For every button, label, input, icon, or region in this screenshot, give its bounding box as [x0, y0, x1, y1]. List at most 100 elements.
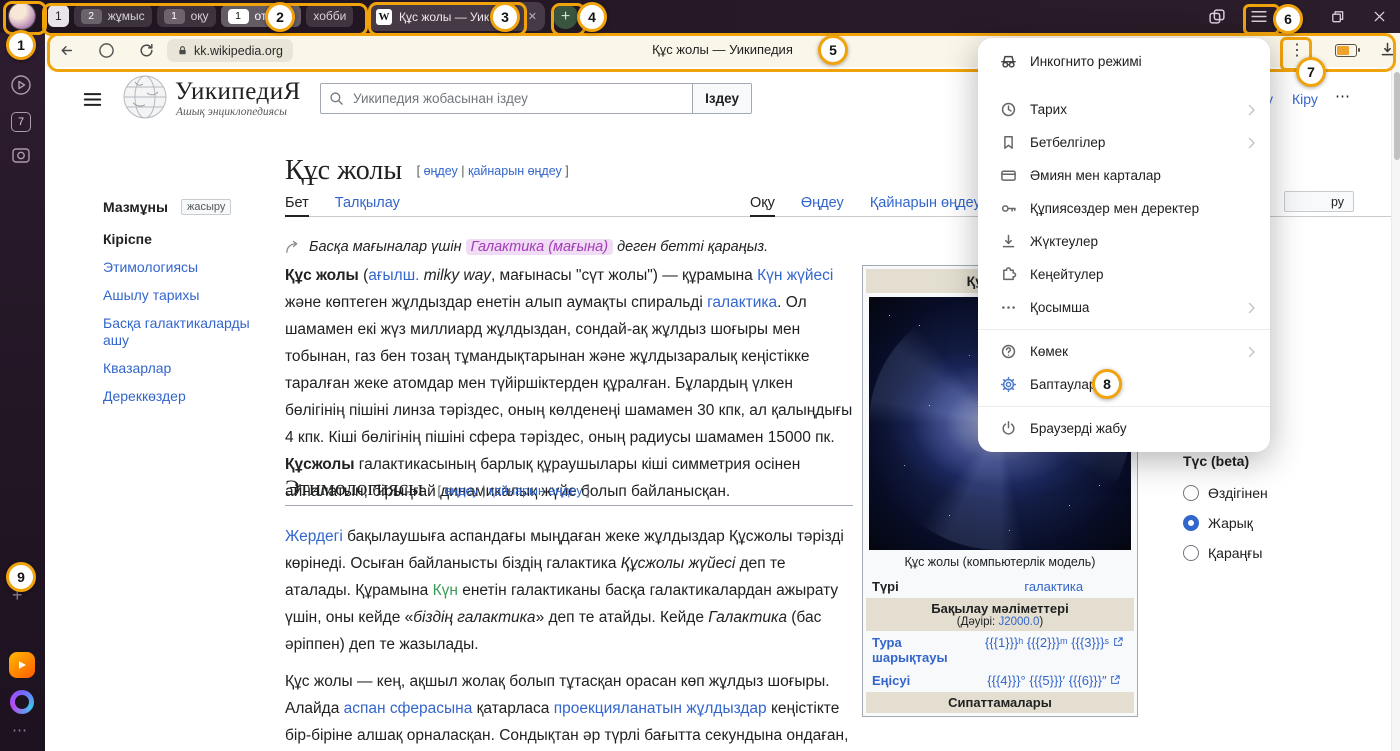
text-link[interactable]: Жердегі: [285, 528, 343, 545]
tab-close-icon[interactable]: ✕: [528, 10, 537, 23]
power-icon: [1000, 420, 1017, 437]
section-edit-links[interactable]: [ өңдеу | қайнарын өңдеу ]: [437, 484, 589, 498]
toolbar-more-icon[interactable]: ⋮: [1289, 40, 1305, 60]
menu-item-more[interactable]: Қосымша: [978, 291, 1270, 324]
radio-row-dark[interactable]: Қараңғы: [1183, 545, 1373, 561]
menu-item-history[interactable]: Тарих: [978, 93, 1270, 126]
personal-more-icon[interactable]: ⋯: [1335, 87, 1350, 105]
galaxy-link[interactable]: галактика: [980, 579, 1128, 594]
text-link[interactable]: қайнарын өңдеу: [468, 164, 562, 178]
radio-row-auto[interactable]: Өздігінен: [1183, 485, 1373, 501]
toc-hide-button[interactable]: жасыру: [181, 199, 231, 215]
menu-item-extensions[interactable]: Кеңейтулер: [978, 258, 1270, 291]
callout-8: 8: [1092, 369, 1122, 399]
key-icon: [1000, 200, 1017, 217]
infobox-section-characteristics: Сипаттамалары: [866, 692, 1134, 713]
menu-hamburger-icon[interactable]: [1250, 8, 1268, 25]
menu-item-wallet[interactable]: Әмиян мен карталар: [978, 159, 1270, 192]
menu-item-close-browser[interactable]: Браузерді жабу: [978, 412, 1270, 445]
menu-item-downloads[interactable]: Жүктеулер: [978, 225, 1270, 258]
callout-4: 4: [577, 2, 607, 32]
appearance-hide-button[interactable]: ру: [1284, 191, 1354, 212]
dec-label-link[interactable]: Еңісуі: [872, 673, 980, 688]
page-scrollbar[interactable]: [1391, 67, 1400, 751]
wiki-search-input[interactable]: [351, 90, 692, 107]
toc-item-other-galaxies[interactable]: Басқа галактикаларды ашу: [103, 315, 268, 349]
chevron-right-icon: [1248, 302, 1256, 314]
text-link[interactable]: Күн жүйесі: [757, 267, 833, 284]
login-link[interactable]: Кіру: [1292, 91, 1318, 107]
infobox-row-type: Түрі галактика: [866, 575, 1134, 598]
tab-edit-source[interactable]: Қайнарын өңдеу: [870, 195, 981, 215]
more-dots-icon: [1000, 299, 1017, 316]
menu-item-incognito[interactable]: Инкогнито режимі: [978, 43, 1270, 79]
toc-item-intro[interactable]: Кіріспе: [103, 231, 268, 248]
toc-item-etymology[interactable]: Этимологиясы: [103, 259, 268, 276]
tab-group-count: 1: [164, 9, 185, 24]
text-link[interactable]: қайнарын өңдеу: [489, 484, 583, 498]
scrollbar-thumb[interactable]: [1394, 72, 1400, 160]
text-span: біздің галактика: [413, 609, 535, 626]
text-link[interactable]: галактика: [707, 294, 777, 311]
menu-item-settings[interactable]: Баптаулар: [978, 368, 1270, 401]
menu-item-passwords[interactable]: Құпиясөздер мен деректер: [978, 192, 1270, 225]
rail-more-icon[interactable]: ⋯: [12, 721, 28, 739]
window-close-button[interactable]: [1372, 9, 1387, 24]
wikipedia-wordmark[interactable]: УикипедиЯ: [175, 78, 301, 106]
downloads-toolbar-icon[interactable]: [1379, 41, 1396, 58]
download-icon: [1000, 233, 1017, 250]
tab-edit[interactable]: Өңдеу: [801, 195, 844, 215]
radio-dark[interactable]: [1183, 545, 1199, 561]
tab-group-chip-hobby[interactable]: хобби: [306, 5, 353, 27]
text-span: Галактика: [708, 609, 787, 626]
browser-menu-dropdown: Инкогнито режимі Тарих Бетбелгілер Әмиян…: [978, 38, 1270, 452]
tab-group-strip: 1 2 жұмыс 1 оқу 1 отбасы хобби: [48, 5, 353, 27]
text-link[interactable]: өңдеу: [444, 484, 478, 498]
text-span: Басқа мағыналар үшін: [309, 239, 466, 255]
screenshot-tool-icon[interactable]: [11, 145, 31, 165]
new-tab-button[interactable]: +: [553, 4, 578, 29]
profile-avatar[interactable]: [9, 3, 35, 29]
epoch-link[interactable]: J2000.0: [998, 616, 1039, 628]
tab-page[interactable]: Бет: [285, 195, 309, 217]
menu-item-bookmarks[interactable]: Бетбелгілер: [978, 126, 1270, 159]
menu-item-help[interactable]: Көмек: [978, 335, 1270, 368]
wiki-search-button[interactable]: Іздеу: [692, 84, 751, 113]
callout-6: 6: [1273, 4, 1303, 34]
radio-auto[interactable]: [1183, 485, 1199, 501]
text-link[interactable]: проекцияланатын жұлдыздар: [554, 700, 767, 717]
text-link[interactable]: аспан сферасына: [344, 700, 473, 717]
title-edit-links[interactable]: [ өңдеу | қайнарын өңдеу ]: [417, 164, 569, 178]
tab-group-chip[interactable]: 1: [48, 5, 69, 27]
tab-read[interactable]: Оқу: [750, 195, 775, 217]
text-link[interactable]: ағылш.: [368, 267, 419, 284]
infobox-label: Түрі: [872, 579, 980, 594]
text-link[interactable]: өңдеу: [424, 164, 458, 178]
wikipedia-globe-logo[interactable]: [121, 73, 169, 126]
ra-label-link[interactable]: Тура шарықтауы: [872, 635, 980, 665]
radio-light-selected[interactable]: [1183, 515, 1199, 531]
tab-group-chip-study[interactable]: 1 оқу: [157, 5, 216, 27]
widget-badge-7[interactable]: 7: [11, 112, 31, 132]
text-link[interactable]: Галактика (мағына): [466, 239, 614, 255]
infobox-row-dec: Еңісуі {{{4}}}° {{{5}}}′ {{{6}}}″: [866, 669, 1134, 692]
window-restore-button[interactable]: [1330, 9, 1345, 24]
tab-panels-icon[interactable]: [1208, 8, 1226, 25]
tab-group-chip-work[interactable]: 2 жұмыс: [74, 5, 152, 27]
alice-assistant-icon[interactable]: [10, 690, 34, 714]
radio-row-light[interactable]: Жарық: [1183, 515, 1373, 531]
tab-talk[interactable]: Талқылау: [335, 195, 400, 215]
toc-item-sources[interactable]: Дереккөздер: [103, 388, 268, 405]
wiki-search-box: Іздеу: [320, 83, 752, 114]
browser-side-rail: 7 + ⋯: [0, 33, 45, 751]
battery-saver-icon[interactable]: [1335, 44, 1357, 57]
text-span: деген бетті қараңыз.: [613, 239, 768, 255]
wiki-menu-icon[interactable]: [83, 90, 102, 109]
toc-item-quasars[interactable]: Квазарлар: [103, 360, 268, 377]
wikipedia-tagline: Ашық энциклопедиясы: [176, 106, 287, 118]
text-link[interactable]: Күн: [433, 582, 458, 599]
tab-group-count: 2: [81, 9, 102, 24]
yandex-music-icon[interactable]: [9, 652, 35, 678]
video-play-icon[interactable]: [10, 74, 32, 96]
toc-item-discovery[interactable]: Ашылу тарихы: [103, 287, 268, 304]
